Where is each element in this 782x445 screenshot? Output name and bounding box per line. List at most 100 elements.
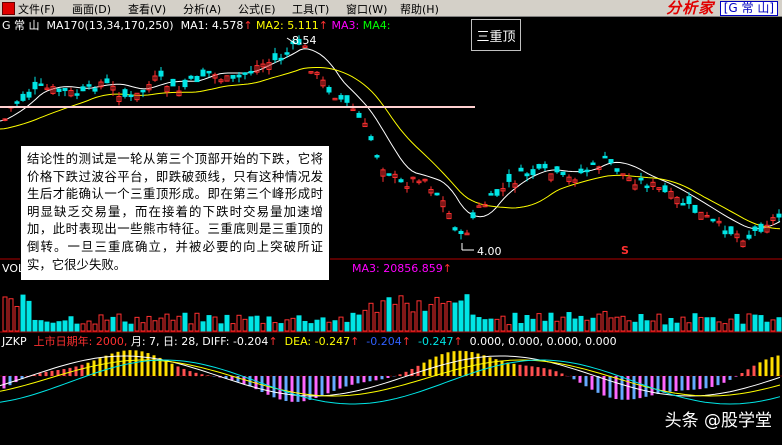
up-arrow-icon: ↑ — [243, 19, 253, 32]
annotation-box: 结论性的测试是一轮从第三个顶部开始的下跌，它将价格下跌过波谷平台，即跌破颈线，只… — [20, 145, 330, 281]
volume-bar — [14, 305, 20, 332]
candle-body — [602, 155, 608, 159]
candle-body — [686, 196, 692, 205]
volume-bar — [302, 320, 308, 332]
candle-body — [86, 84, 92, 87]
volume-bar — [278, 323, 284, 332]
volume-bar — [164, 313, 170, 332]
volume-bar — [722, 323, 728, 332]
volume-bar — [422, 310, 428, 332]
candle-body — [488, 193, 494, 196]
volume-bar — [590, 317, 596, 332]
volume-bar — [170, 319, 176, 332]
jzkp-value-3: 0.000, 0.000, 0.000, 0.000 — [469, 335, 617, 348]
low-price-label: 4.00 — [477, 245, 502, 258]
candle-body — [638, 177, 644, 181]
candle-body — [452, 227, 458, 231]
candle-body — [122, 89, 128, 97]
volume-bar — [596, 313, 602, 332]
volume-label: VOL — [2, 262, 25, 275]
volume-bar — [128, 323, 134, 332]
volume-bar — [230, 323, 236, 332]
candle-body — [608, 159, 614, 164]
candle-body — [338, 95, 344, 100]
volume-bar — [668, 317, 674, 332]
high-marker: 8.54 — [286, 34, 317, 47]
volume-bar — [776, 317, 782, 332]
candle-body — [728, 226, 734, 235]
volume-bar — [8, 298, 14, 332]
volume-bar — [584, 319, 590, 332]
volume-bar — [608, 317, 614, 332]
volume-bar — [50, 322, 56, 332]
volume-bar — [374, 311, 380, 332]
candle-body — [662, 185, 668, 193]
volume-bar — [674, 322, 680, 332]
volume-ma3: MA3: 20856.859↑ — [352, 262, 452, 275]
candle-body — [278, 57, 284, 61]
volume-bar — [20, 294, 26, 332]
stock-name: G 常 山 — [2, 19, 40, 32]
ma1-value: MA1: 4.578 — [180, 19, 244, 32]
volume-bar — [548, 312, 554, 332]
volume-bar — [434, 296, 440, 332]
candle-body — [398, 179, 404, 183]
volume-bar — [2, 296, 8, 332]
candle-body — [368, 136, 374, 141]
volume-bar — [704, 317, 710, 332]
volume-bar — [728, 318, 734, 332]
volume-bar — [158, 317, 164, 332]
volume-bar — [98, 314, 104, 332]
candle-body — [470, 212, 476, 219]
volume-header: VOL — [2, 262, 24, 275]
volume-bar — [482, 319, 488, 332]
candle-body — [188, 75, 194, 79]
candle-body — [182, 79, 188, 88]
ma-params: MA170(13,34,170,250) — [46, 19, 174, 32]
ma4-label: MA4: — [362, 19, 391, 32]
volume-bar — [506, 324, 512, 332]
candle-body — [494, 189, 500, 196]
candle-body — [746, 234, 752, 239]
candle-body — [158, 70, 164, 77]
candle-body — [242, 72, 248, 75]
volume-bar — [308, 323, 314, 332]
candle-body — [104, 78, 110, 84]
volume-bar — [104, 319, 110, 332]
candle-body — [128, 94, 134, 98]
jzkp-day: 日: 28, — [163, 335, 199, 348]
jzkp-diff: DIFF: -0.204 — [202, 335, 269, 348]
candle-body — [374, 155, 380, 158]
ma2-value: MA2: 5.111 — [256, 19, 319, 32]
candle-body — [326, 86, 332, 93]
jzkp-header: JZKP 上市日期年: 2000, 月: 7, 日: 28, DIFF: -0.… — [2, 335, 617, 348]
volume-bar — [350, 312, 356, 332]
pattern-label: 三重顶 — [471, 19, 521, 51]
volume-bar — [698, 316, 704, 332]
volume-bar — [224, 314, 230, 332]
ma3-label: MA3: — [331, 19, 360, 32]
volume-bar — [188, 323, 194, 332]
volume-bar — [560, 316, 566, 332]
volume-bar — [440, 302, 446, 332]
volume-bar — [566, 312, 572, 332]
volume-bar — [92, 323, 98, 332]
volume-bar — [248, 316, 254, 332]
candle-body — [272, 53, 278, 61]
volume-bar — [200, 321, 206, 332]
volume-bar — [638, 314, 644, 332]
sell-marker: S — [621, 244, 629, 257]
candle-body — [236, 74, 242, 78]
volume-bar — [470, 314, 476, 332]
volume-bar — [578, 315, 584, 332]
volume-bar — [152, 320, 158, 332]
volume-bar — [770, 319, 776, 332]
volume-bar — [296, 315, 302, 332]
volume-bar — [488, 318, 494, 332]
volume-bar — [110, 316, 116, 332]
volume-bar — [740, 323, 746, 332]
jzkp-month: 月: 7, — [130, 335, 160, 348]
candle-body — [248, 70, 254, 74]
volume-bar — [620, 315, 626, 332]
candle-body — [518, 167, 524, 172]
